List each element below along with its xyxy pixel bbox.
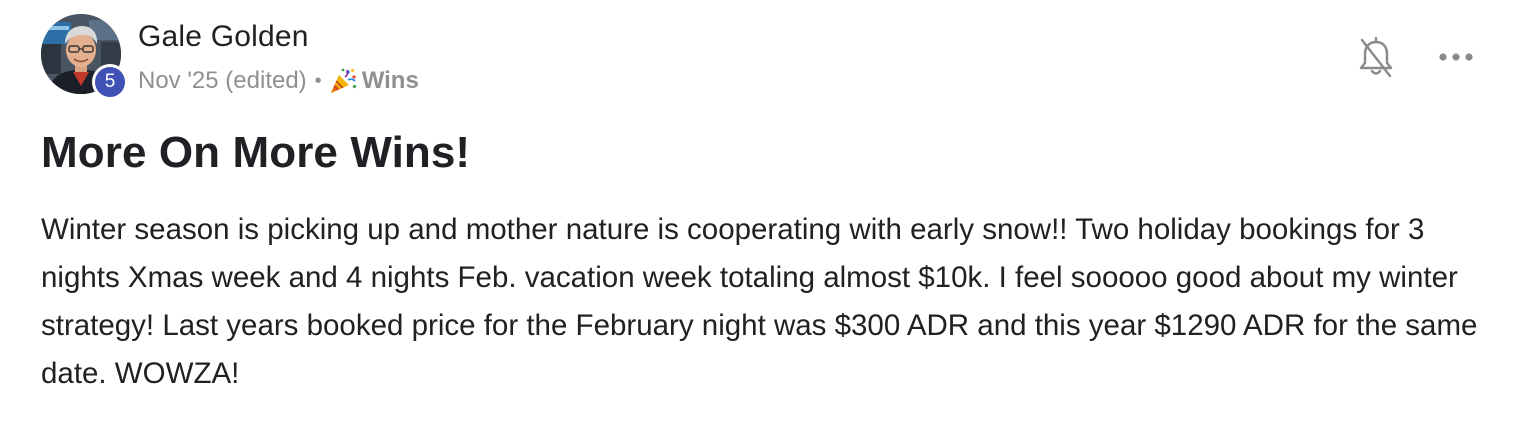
post-card: 5 Gale Golden Nov '25 (edited) • Wins Mo… [0, 0, 1518, 422]
party-popper-icon [328, 66, 358, 96]
author-name[interactable]: Gale Golden [138, 20, 309, 54]
bell-off-icon[interactable] [1356, 36, 1396, 80]
category-link[interactable]: Wins [362, 67, 419, 95]
meta-separator: • [314, 69, 322, 92]
post-body: Winter season is picking up and mother n… [41, 213, 1478, 390]
post-title: More On More Wins! [41, 128, 471, 177]
post-date: Nov '25 (edited) [138, 67, 307, 94]
author-avatar-container[interactable]: 5 [41, 14, 128, 100]
post-meta: Nov '25 (edited) • Wins [138, 66, 419, 96]
level-badge: 5 [92, 64, 128, 100]
more-horizontal-icon[interactable] [1436, 44, 1476, 70]
